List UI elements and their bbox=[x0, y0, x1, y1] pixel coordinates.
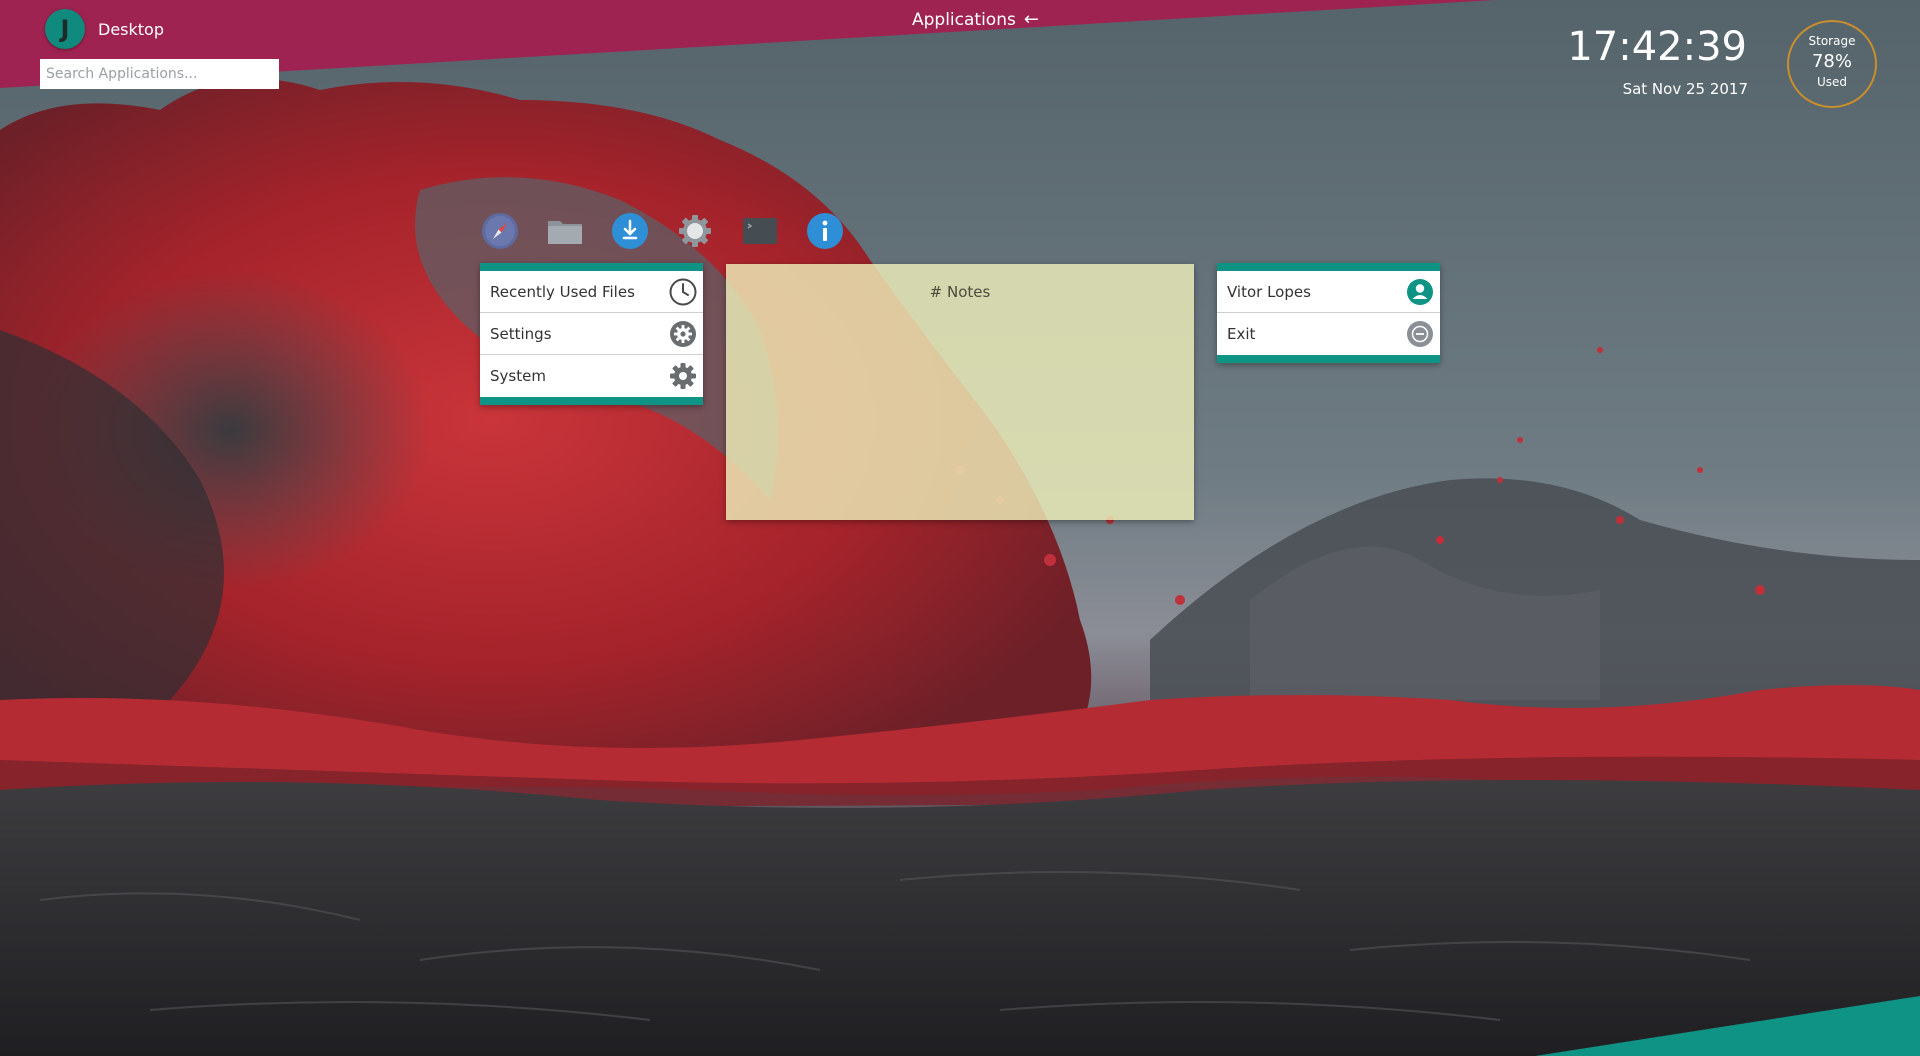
applications-label: Applications bbox=[912, 9, 1016, 30]
browser-compass-icon[interactable] bbox=[481, 212, 519, 250]
settings-gear-icon[interactable] bbox=[676, 212, 714, 250]
user-icon bbox=[1406, 278, 1434, 306]
clock-icon bbox=[669, 278, 697, 306]
storage-indicator: Storage 78% Used bbox=[1787, 20, 1877, 108]
system-gear-icon bbox=[669, 362, 697, 390]
clock-time: 17:42:39 bbox=[1567, 24, 1747, 70]
desktop-wallpaper bbox=[0, 0, 1920, 1056]
menu-item-system[interactable]: System bbox=[480, 355, 703, 397]
menu-item-label: System bbox=[490, 367, 546, 385]
info-icon[interactable] bbox=[806, 212, 844, 250]
settings-gear-icon bbox=[669, 320, 697, 348]
storage-value: 78% bbox=[1811, 51, 1852, 72]
files-folder-icon[interactable] bbox=[546, 212, 584, 250]
exit-label: Exit bbox=[1227, 325, 1256, 343]
search-applications-input[interactable] bbox=[40, 59, 279, 89]
menu-item-label: Settings bbox=[490, 324, 552, 343]
menu-item-user-profile[interactable]: Vitor Lopes bbox=[1217, 271, 1440, 313]
notes-text[interactable]: # Notes bbox=[726, 283, 1194, 301]
arrow-left-icon: ← bbox=[1023, 9, 1039, 30]
exit-icon bbox=[1406, 320, 1434, 348]
storage-label: Storage bbox=[1808, 34, 1856, 48]
clock-date: Sat Nov 25 2017 bbox=[1622, 80, 1748, 98]
menu-item-exit[interactable]: Exit bbox=[1217, 313, 1440, 355]
desktop-label: Desktop bbox=[98, 20, 164, 39]
menu-item-label: Recently Used Files bbox=[490, 282, 635, 301]
menu-item-recently-used-files[interactable]: Recently Used Files bbox=[480, 271, 703, 313]
user-name-label: Vitor Lopes bbox=[1227, 282, 1311, 301]
quick-access-panel: Recently Used Files Settings System bbox=[480, 263, 703, 405]
storage-used-label: Used bbox=[1816, 75, 1848, 89]
user-session-panel: Vitor Lopes Exit bbox=[1217, 263, 1440, 363]
applications-link[interactable]: Applications ← bbox=[912, 9, 1039, 30]
notes-widget[interactable]: # Notes bbox=[726, 264, 1194, 520]
app-menu-button[interactable]: J bbox=[45, 9, 85, 49]
download-icon[interactable] bbox=[611, 212, 649, 250]
terminal-icon[interactable] bbox=[741, 212, 779, 250]
menu-item-settings[interactable]: Settings bbox=[480, 313, 703, 355]
